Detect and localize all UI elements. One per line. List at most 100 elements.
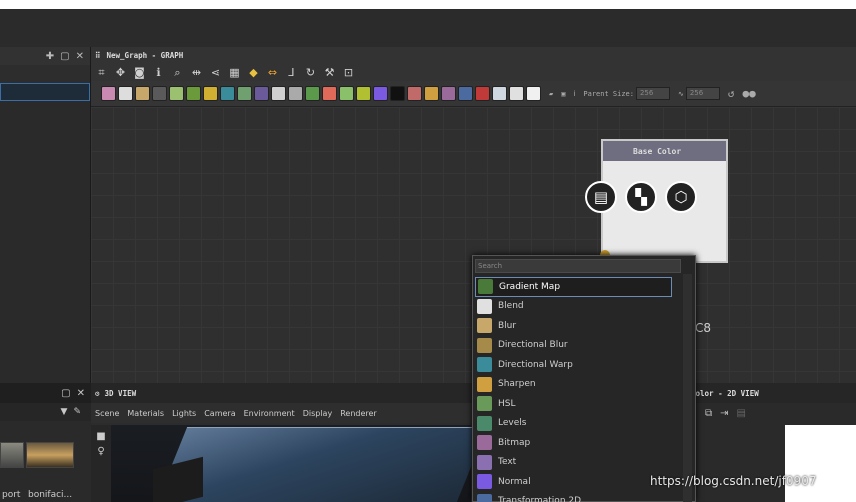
node-icon[interactable] bbox=[169, 86, 184, 101]
node-icon[interactable] bbox=[492, 86, 507, 101]
float-icon[interactable]: ▢ bbox=[60, 51, 69, 62]
node-list-item[interactable]: Blur bbox=[475, 316, 672, 336]
light-icon[interactable]: ♀ bbox=[91, 446, 111, 457]
link-icon[interactable]: ⇹ bbox=[190, 66, 203, 79]
node-icon[interactable] bbox=[390, 86, 405, 101]
explorer-selected-row[interactable] bbox=[0, 83, 90, 101]
node-search-popup: Search Gradient Map Blend Blur Directional … bbox=[472, 255, 696, 502]
node-icon[interactable] bbox=[152, 86, 167, 101]
node-icon[interactable] bbox=[186, 86, 201, 101]
node-icon[interactable] bbox=[339, 86, 354, 101]
search-input[interactable]: Search bbox=[475, 259, 681, 273]
node-list-item[interactable]: Transformation 2D bbox=[475, 492, 672, 502]
node-icon[interactable] bbox=[305, 86, 320, 101]
node-list-label: HSL bbox=[498, 398, 516, 409]
node-icon[interactable] bbox=[135, 86, 150, 101]
node-icon[interactable] bbox=[509, 86, 524, 101]
tag-icon[interactable]: ✎ bbox=[73, 407, 81, 417]
menu-camera[interactable]: Camera bbox=[204, 409, 235, 418]
node-list-item[interactable]: Levels bbox=[475, 414, 672, 434]
cube-icon[interactable]: ⬡ bbox=[665, 181, 697, 213]
node-icon[interactable] bbox=[118, 86, 133, 101]
share-icon[interactable]: ⋖ bbox=[209, 66, 222, 79]
library-thumbnail[interactable] bbox=[0, 442, 24, 468]
node-icon[interactable] bbox=[237, 86, 252, 101]
camera-icon[interactable]: ◙ bbox=[133, 66, 146, 79]
node-list-item[interactable]: Directional Warp bbox=[475, 355, 672, 375]
explorer-toolbar bbox=[0, 65, 90, 83]
connect-icon[interactable]: ⇔ bbox=[266, 66, 279, 79]
node-icon[interactable] bbox=[356, 86, 371, 101]
close-icon[interactable]: ✕ bbox=[76, 51, 84, 62]
node-list-item[interactable]: HSL bbox=[475, 394, 672, 414]
graph-header: ⠿ New_Graph - GRAPH bbox=[91, 47, 856, 64]
2d-view-toolbar: ⧉ ⇥ ▤ bbox=[691, 403, 856, 423]
menu-lights[interactable]: Lights bbox=[172, 409, 196, 418]
pin-node-icon[interactable]: ⅰ bbox=[573, 90, 575, 98]
copy-icon[interactable]: ⧉ bbox=[705, 408, 712, 419]
camera-icon[interactable]: ■ bbox=[91, 431, 111, 442]
node-list-item[interactable]: Normal bbox=[475, 472, 672, 492]
node-icon[interactable] bbox=[288, 86, 303, 101]
node-list-item[interactable]: Bitmap bbox=[475, 433, 672, 453]
library-thumbnail[interactable] bbox=[26, 442, 74, 468]
drag-handle-icon[interactable]: ⠿ bbox=[95, 51, 101, 60]
more-icon[interactable]: ●● bbox=[742, 87, 755, 100]
node-list-label: Blend bbox=[498, 301, 524, 312]
menu-scene[interactable]: Scene bbox=[95, 409, 119, 418]
move-icon[interactable]: ✥ bbox=[114, 66, 127, 79]
reset-icon[interactable]: ↺ bbox=[728, 87, 735, 100]
search-icon[interactable]: ⌕ bbox=[171, 66, 184, 79]
node-icon[interactable] bbox=[441, 86, 456, 101]
node-list-item[interactable]: Text bbox=[475, 453, 672, 473]
node-icon[interactable] bbox=[322, 86, 337, 101]
grid-icon[interactable]: ▦ bbox=[228, 66, 241, 79]
checker-icon[interactable]: ▚ bbox=[625, 181, 657, 213]
node-icon[interactable] bbox=[407, 86, 422, 101]
python-icon[interactable]: ◆ bbox=[247, 66, 260, 79]
document-icon[interactable]: ▤ bbox=[585, 181, 617, 213]
fit-icon[interactable]: ⇥ bbox=[720, 408, 728, 419]
node-icon[interactable] bbox=[526, 86, 541, 101]
tool-icon[interactable]: ⚒ bbox=[323, 66, 336, 79]
link-size-icon[interactable]: ∿ bbox=[678, 90, 684, 98]
frame-node-icon[interactable]: ▣ bbox=[561, 90, 565, 98]
node-list-item[interactable]: Directional Blur bbox=[475, 336, 672, 356]
node-icon[interactable] bbox=[271, 86, 286, 101]
gear-icon[interactable]: ⚙ bbox=[95, 389, 100, 398]
refresh-icon[interactable]: ↻ bbox=[304, 66, 317, 79]
options-icon[interactable]: ▤ bbox=[737, 408, 746, 419]
close-icon[interactable]: ✕ bbox=[77, 388, 85, 399]
comment-icon[interactable]: ▰ bbox=[549, 90, 553, 98]
node-icon[interactable] bbox=[424, 86, 439, 101]
node-list-item[interactable]: Gradient Map bbox=[475, 277, 672, 297]
node-icon[interactable] bbox=[254, 86, 269, 101]
menu-renderer[interactable]: Renderer bbox=[340, 409, 377, 418]
parent-size-width-select[interactable]: 256 bbox=[635, 87, 670, 100]
menu-display[interactable]: Display bbox=[303, 409, 333, 418]
node-list-item[interactable]: Sharpen bbox=[475, 375, 672, 395]
align-icon[interactable]: ⅃ bbox=[285, 66, 298, 79]
node-icon[interactable] bbox=[458, 86, 473, 101]
pin-icon[interactable]: ✚ bbox=[46, 51, 54, 62]
frame-icon[interactable]: ⌗ bbox=[95, 66, 108, 79]
menu-materials[interactable]: Materials bbox=[127, 409, 164, 418]
node-list-item[interactable]: Blend bbox=[475, 297, 672, 317]
base-color-node[interactable]: Base Color bbox=[601, 139, 728, 263]
filter-icon[interactable]: ▼ bbox=[61, 407, 68, 417]
node-icon[interactable] bbox=[373, 86, 388, 101]
node-icon[interactable] bbox=[203, 86, 218, 101]
scrollbar[interactable] bbox=[683, 274, 692, 502]
node-icon[interactable] bbox=[475, 86, 490, 101]
info-icon[interactable]: ℹ bbox=[152, 66, 165, 79]
menu-environment[interactable]: Environment bbox=[244, 409, 295, 418]
export-icon[interactable]: ⊡ bbox=[342, 66, 355, 79]
node-list-label: Directional Warp bbox=[498, 359, 573, 370]
node-icon[interactable] bbox=[220, 86, 235, 101]
2d-view-title: color - 2D VIEW bbox=[691, 383, 856, 403]
parent-size-height-select[interactable]: 256 bbox=[685, 87, 720, 100]
node-list-label: Gradient Map bbox=[499, 281, 561, 292]
float-icon[interactable]: ▢ bbox=[61, 388, 70, 399]
node-icon[interactable] bbox=[101, 86, 116, 101]
node-list-label: Bitmap bbox=[498, 437, 531, 448]
